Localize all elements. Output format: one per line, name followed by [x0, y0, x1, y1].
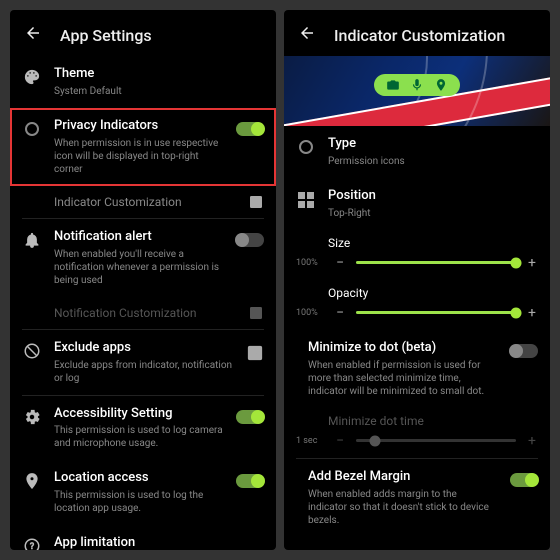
bezel-toggle[interactable]	[510, 469, 538, 487]
location-icon	[434, 78, 448, 92]
bezel-label: Add Bezel Margin	[308, 469, 498, 486]
position-row[interactable]: Position Top-Right	[284, 178, 550, 230]
theme-label: Theme	[54, 66, 264, 83]
location-toggle[interactable]	[236, 470, 264, 488]
exclude-label: Exclude apps	[54, 340, 234, 357]
type-label: Type	[328, 136, 538, 153]
size-value: 100%	[296, 258, 324, 268]
theme-value: System Default	[54, 85, 264, 98]
theme-row[interactable]: Theme System Default	[10, 56, 276, 108]
notif-toggle[interactable]	[236, 229, 264, 247]
exclude-apps-row[interactable]: Exclude apps Exclude apps from indicator…	[10, 330, 276, 395]
position-label: Position	[328, 188, 538, 205]
access-sub: This permission is used to log camera an…	[54, 424, 224, 450]
grid-icon	[296, 188, 316, 208]
notif-custom-label: Notification Customization	[54, 306, 197, 320]
back-arrow-icon[interactable]	[298, 24, 316, 46]
indicator-customization-screen: Indicator Customization Type Permission …	[284, 10, 550, 550]
palette-icon	[22, 66, 42, 86]
opacity-label: Opacity	[284, 280, 550, 302]
notification-alert-row[interactable]: Notification alert When enabled you'll r…	[10, 219, 276, 297]
minus-icon: −	[334, 434, 346, 448]
privacy-toggle[interactable]	[236, 118, 264, 136]
min-time-value: 1 sec	[296, 436, 324, 446]
bezel-sub: When enabled adds margin to the indicato…	[308, 488, 498, 527]
open-icon	[246, 340, 264, 362]
type-value: Permission icons	[328, 155, 538, 168]
privacy-indicators-row[interactable]: Privacy Indicators When permission is in…	[10, 108, 276, 186]
minimize-sub: When enabled if permission is used for m…	[308, 359, 498, 398]
bezel-row[interactable]: Add Bezel Margin When enabled adds margi…	[284, 459, 550, 537]
accessibility-row[interactable]: Accessibility Setting This permission is…	[10, 396, 276, 461]
app-settings-screen: App Settings Theme System Default Privac…	[10, 10, 276, 550]
location-label: Location access	[54, 470, 224, 487]
exclude-sub: Exclude apps from indicator, notificatio…	[54, 359, 234, 385]
appbar: Indicator Customization	[284, 10, 550, 56]
size-label: Size	[284, 230, 550, 252]
preview-banner	[284, 56, 550, 126]
plus-icon[interactable]: +	[526, 306, 538, 320]
opacity-slider[interactable]: 100% − +	[284, 302, 550, 330]
minimize-toggle[interactable]	[510, 340, 538, 358]
page-title: App Settings	[60, 26, 152, 45]
access-toggle[interactable]	[236, 406, 264, 424]
notif-sub: When enabled you'll receive a notificati…	[54, 248, 224, 287]
privacy-sub: When permission is in use respective ico…	[54, 137, 224, 176]
access-label: Accessibility Setting	[54, 406, 224, 423]
pin-icon	[22, 470, 42, 490]
size-slider[interactable]: 100% − +	[284, 252, 550, 280]
page-title: Indicator Customization	[334, 26, 505, 45]
radio-icon	[22, 118, 42, 136]
camera-icon	[386, 78, 400, 92]
plus-icon: +	[526, 434, 538, 448]
minimize-label: Minimize to dot (beta)	[308, 340, 498, 357]
mic-icon	[410, 78, 424, 92]
radio-icon	[296, 136, 316, 154]
gear-icon	[22, 406, 42, 426]
open-icon	[248, 194, 264, 210]
limit-label: App limitation	[54, 535, 264, 550]
indicator-pill	[374, 74, 460, 96]
notification-customization-nav[interactable]: Notification Customization	[10, 297, 276, 329]
app-limitation-row[interactable]: ? App limitation Click here to know abou…	[10, 525, 276, 550]
min-time-slider: 1 sec − +	[284, 430, 550, 458]
location-sub: This permission is used to log the locat…	[54, 489, 224, 515]
indicator-customization-label: Indicator Customization	[54, 195, 182, 209]
plus-icon[interactable]: +	[526, 256, 538, 270]
block-icon	[22, 340, 42, 360]
svg-text:?: ?	[30, 542, 34, 550]
minus-icon[interactable]: −	[334, 256, 346, 270]
minus-icon[interactable]: −	[334, 306, 346, 320]
location-row[interactable]: Location access This permission is used …	[10, 460, 276, 525]
notif-label: Notification alert	[54, 229, 224, 246]
help-icon: ?	[22, 535, 42, 550]
indicator-customization-nav[interactable]: Indicator Customization	[10, 186, 276, 218]
minimize-row[interactable]: Minimize to dot (beta) When enabled if p…	[284, 330, 550, 408]
appbar: App Settings	[10, 10, 276, 56]
type-row[interactable]: Type Permission icons	[284, 126, 550, 178]
open-icon	[248, 305, 264, 321]
opacity-value: 100%	[296, 308, 324, 318]
back-arrow-icon[interactable]	[24, 24, 42, 46]
min-time-label: Minimize dot time	[284, 408, 550, 430]
bell-icon	[22, 229, 42, 249]
position-value: Top-Right	[328, 207, 538, 220]
privacy-label: Privacy Indicators	[54, 118, 224, 135]
